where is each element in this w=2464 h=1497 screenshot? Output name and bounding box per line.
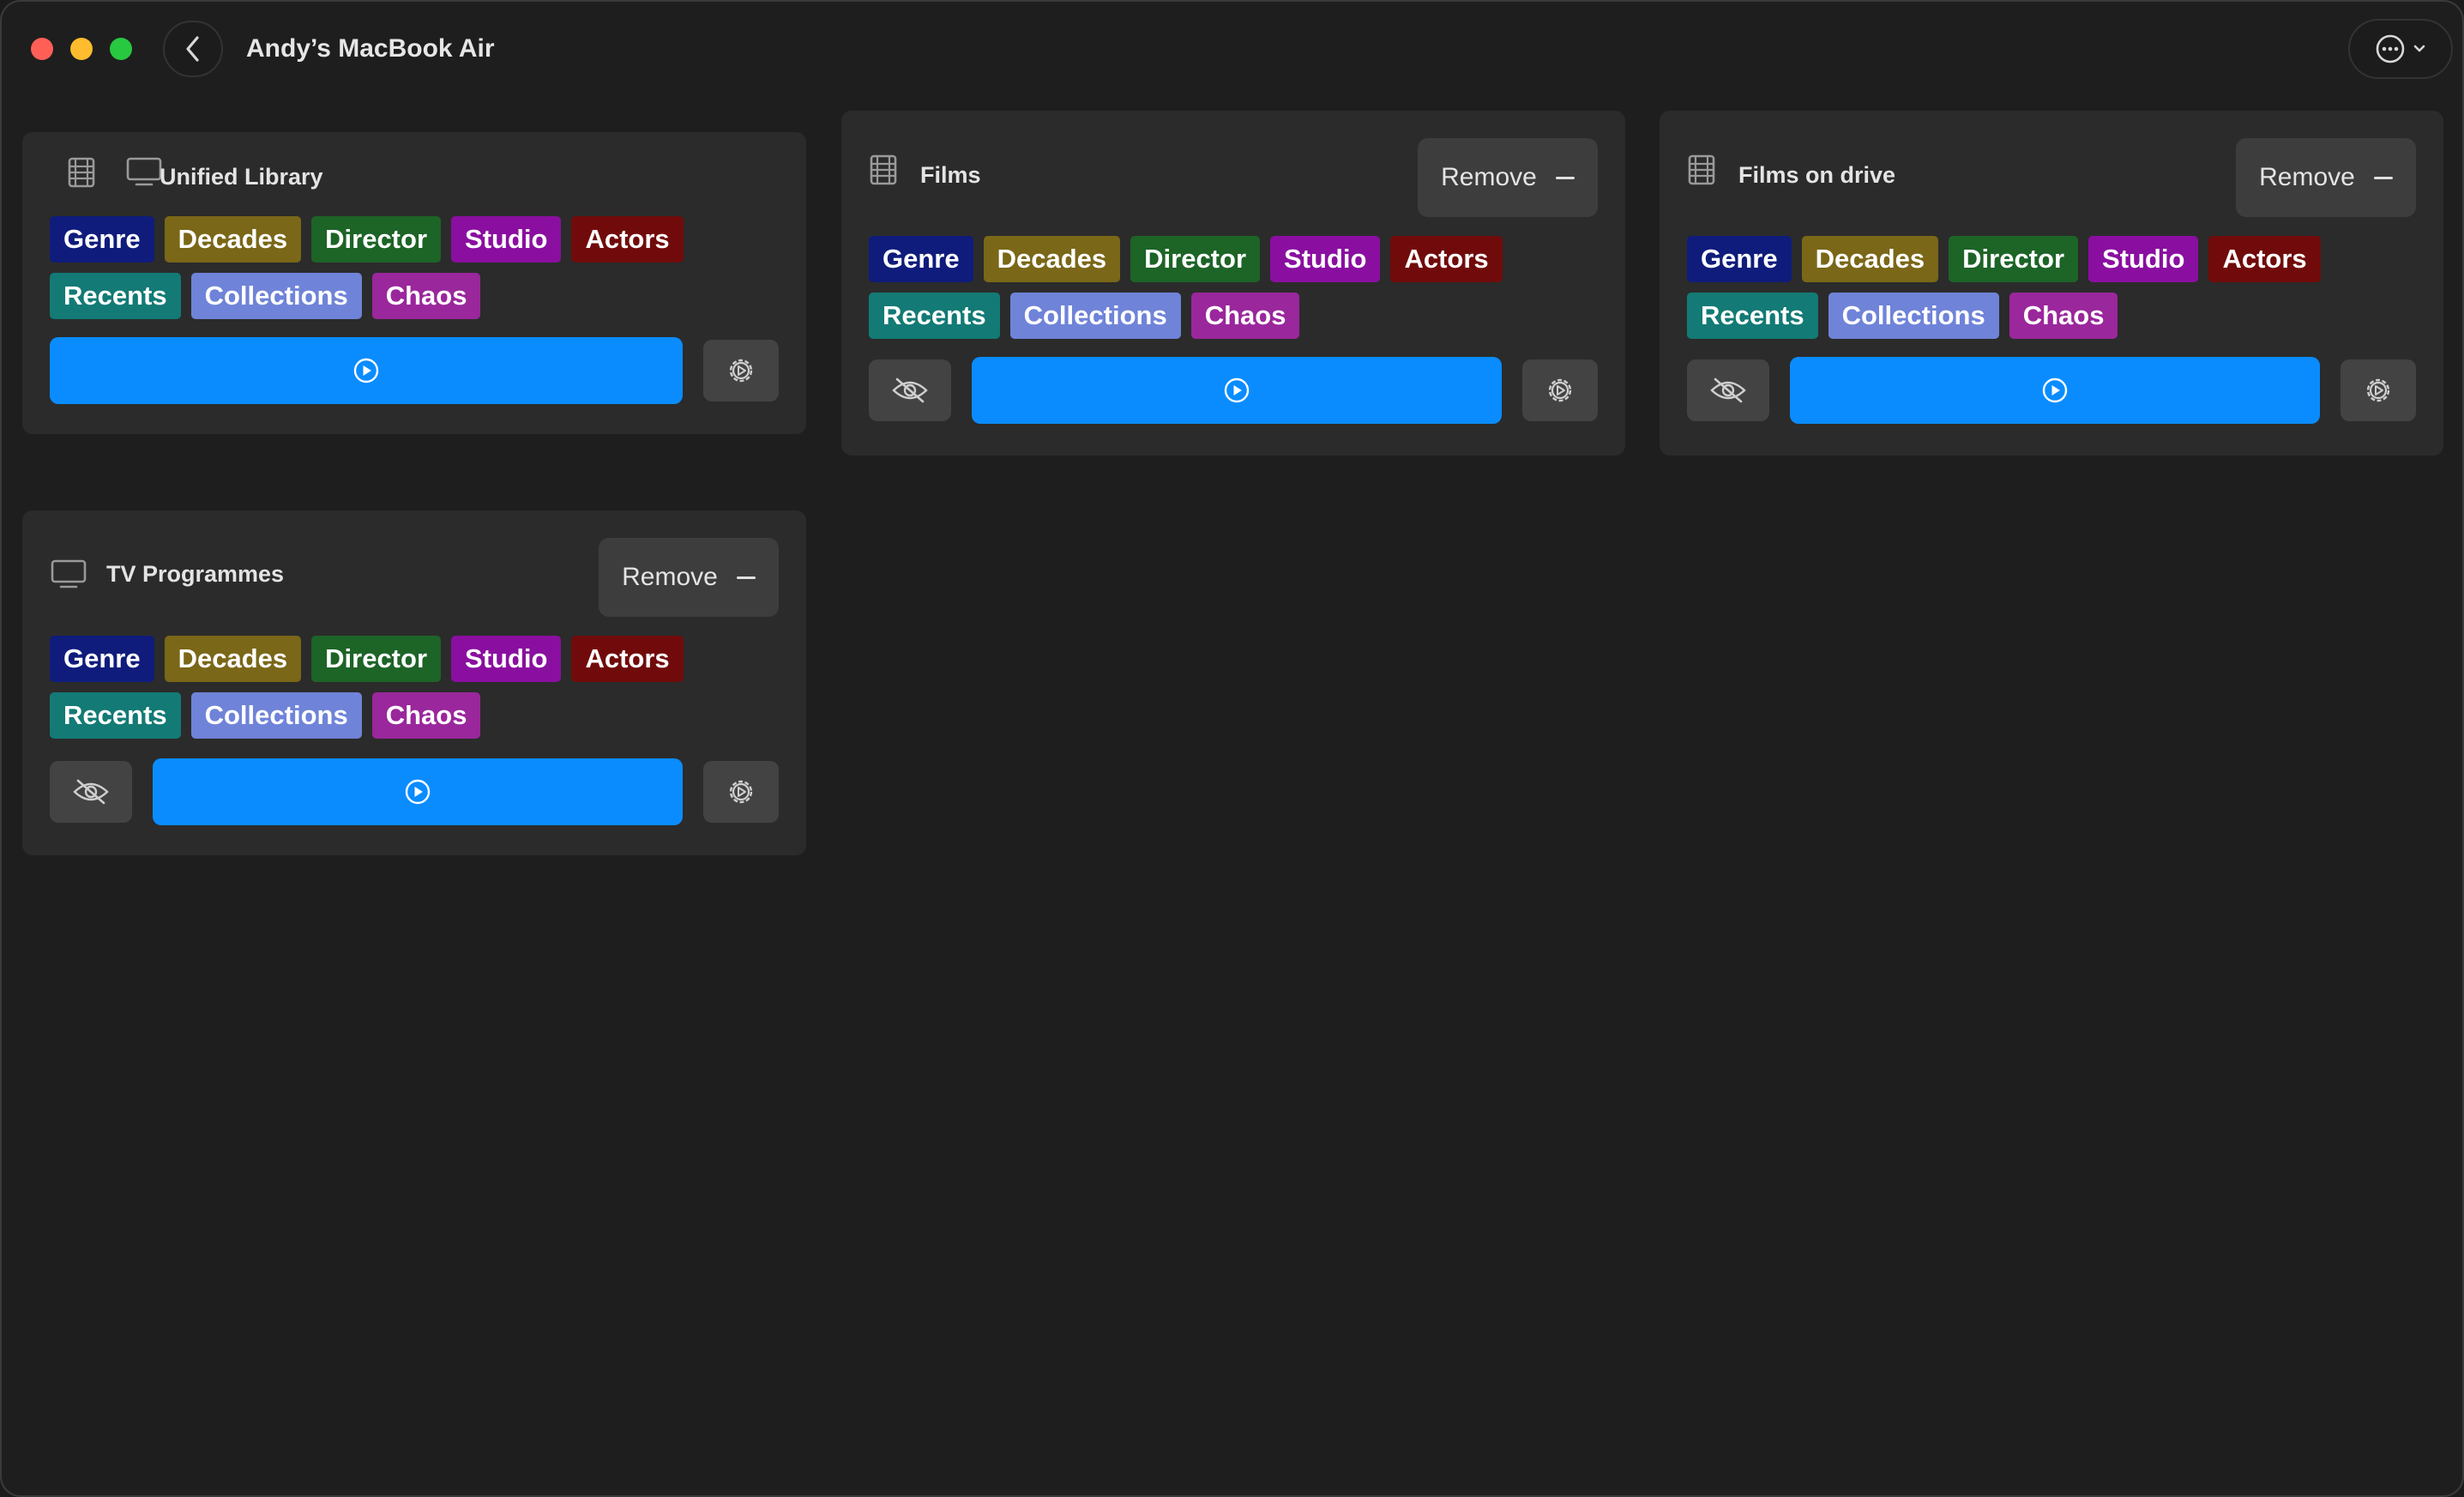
more-options-button[interactable]	[2348, 19, 2453, 79]
zoom-window-button[interactable]	[110, 38, 132, 60]
tag-director[interactable]: Director	[311, 216, 442, 263]
remove-button[interactable]: Remove	[1418, 138, 1598, 217]
tag-chaos[interactable]: Chaos	[1190, 293, 1300, 339]
tag-recents[interactable]: Recents	[50, 273, 181, 319]
tag-genre[interactable]: Genre	[50, 636, 154, 682]
minus-icon	[2373, 176, 2393, 179]
settings-icon	[726, 776, 756, 807]
remove-button[interactable]: Remove	[599, 538, 779, 617]
tag-recents[interactable]: Recents	[869, 293, 1000, 339]
film-icon	[67, 156, 96, 189]
eye-slash-icon	[891, 377, 929, 404]
chevron-down-icon	[2413, 45, 2425, 52]
tag-row: Genre Decades Director Studio Actors	[1687, 236, 2321, 282]
settings-icon	[2363, 375, 2394, 406]
tag-decades[interactable]: Decades	[983, 236, 1121, 282]
tag-actors[interactable]: Actors	[571, 216, 684, 263]
tag-collections[interactable]: Collections	[1828, 293, 1999, 339]
tag-row: Recents Collections Chaos	[1687, 293, 2118, 339]
play-icon	[2041, 377, 2069, 404]
card-title: Films	[920, 162, 981, 188]
minus-icon	[1555, 176, 1575, 179]
tag-actors[interactable]: Actors	[2208, 236, 2321, 282]
tag-row: Genre Decades Director Studio Actors	[869, 236, 1503, 282]
tag-actors[interactable]: Actors	[571, 636, 684, 682]
tag-collections[interactable]: Collections	[190, 273, 362, 319]
library-card-unified: Unified Library Genre Decades Director Studi…	[22, 132, 806, 434]
hide-button[interactable]	[1687, 359, 1769, 421]
card-title: TV Programmes	[106, 561, 285, 587]
hide-button[interactable]	[869, 359, 951, 421]
tv-icon	[125, 156, 163, 187]
tag-actors[interactable]: Actors	[1390, 236, 1503, 282]
title-bar: Andy’s MacBook Air	[2, 2, 2462, 96]
tv-icon	[50, 558, 87, 589]
tag-row: Genre Decades Director Studio Actors	[50, 636, 684, 682]
play-button[interactable]	[972, 357, 1502, 424]
tag-recents[interactable]: Recents	[50, 692, 181, 739]
play-button[interactable]	[1790, 357, 2320, 424]
tag-row: Recents Collections Chaos	[50, 692, 481, 739]
tag-chaos[interactable]: Chaos	[2009, 293, 2118, 339]
play-button[interactable]	[153, 758, 683, 825]
play-icon	[404, 778, 431, 806]
play-button[interactable]	[50, 337, 683, 404]
settings-button[interactable]	[703, 761, 779, 823]
tag-studio[interactable]: Studio	[1270, 236, 1381, 282]
film-icon	[1687, 154, 1716, 186]
tag-studio[interactable]: Studio	[451, 636, 562, 682]
app-window: Andy’s MacBook Air Unified Library Genre D…	[0, 0, 2464, 1497]
card-title: Films on drive	[1738, 162, 1896, 188]
minimize-window-button[interactable]	[70, 38, 93, 60]
ellipsis-circle-icon	[2376, 34, 2405, 63]
settings-icon	[726, 355, 756, 386]
eye-slash-icon	[1709, 377, 1747, 404]
library-card-films: Films Remove Genre Decades Director Studio Act…	[841, 111, 1625, 456]
tag-decades[interactable]: Decades	[164, 636, 302, 682]
tag-director[interactable]: Director	[311, 636, 442, 682]
close-window-button[interactable]	[31, 38, 53, 60]
remove-button[interactable]: Remove	[2236, 138, 2416, 217]
back-button[interactable]	[163, 21, 223, 77]
tag-collections[interactable]: Collections	[1009, 293, 1181, 339]
settings-button[interactable]	[703, 340, 779, 401]
tag-row: Recents Collections Chaos	[869, 293, 1300, 339]
settings-button[interactable]	[2340, 359, 2416, 421]
remove-label: Remove	[2259, 163, 2355, 191]
library-card-tv: TV Programmes Remove Genre Decades Director S…	[22, 510, 806, 855]
play-icon	[1223, 377, 1250, 404]
tag-decades[interactable]: Decades	[1801, 236, 1939, 282]
tag-recents[interactable]: Recents	[1687, 293, 1818, 339]
card-title: Unified Library	[160, 164, 323, 190]
tag-chaos[interactable]: Chaos	[371, 273, 481, 319]
film-icon	[869, 154, 898, 186]
play-icon	[352, 357, 380, 384]
tag-decades[interactable]: Decades	[164, 216, 302, 263]
tag-collections[interactable]: Collections	[190, 692, 362, 739]
tag-genre[interactable]: Genre	[869, 236, 973, 282]
remove-label: Remove	[1441, 163, 1537, 191]
tag-director[interactable]: Director	[1949, 236, 2079, 282]
tag-studio[interactable]: Studio	[2088, 236, 2199, 282]
library-card-films-drive: Films on drive Remove Genre Decades Director…	[1660, 111, 2443, 456]
settings-button[interactable]	[1522, 359, 1598, 421]
tag-studio[interactable]: Studio	[451, 216, 562, 263]
tag-director[interactable]: Director	[1130, 236, 1261, 282]
chevron-left-icon	[186, 36, 199, 62]
settings-icon	[1545, 375, 1575, 406]
tag-genre[interactable]: Genre	[1687, 236, 1792, 282]
eye-slash-icon	[72, 778, 110, 806]
remove-label: Remove	[622, 563, 718, 591]
window-title: Andy’s MacBook Air	[246, 34, 495, 63]
tag-chaos[interactable]: Chaos	[371, 692, 481, 739]
hide-button[interactable]	[50, 761, 132, 823]
minus-icon	[736, 576, 756, 579]
tag-genre[interactable]: Genre	[50, 216, 154, 263]
tag-row: Genre Decades Director Studio Actors	[50, 216, 684, 263]
tag-row: Recents Collections Chaos	[50, 273, 481, 319]
